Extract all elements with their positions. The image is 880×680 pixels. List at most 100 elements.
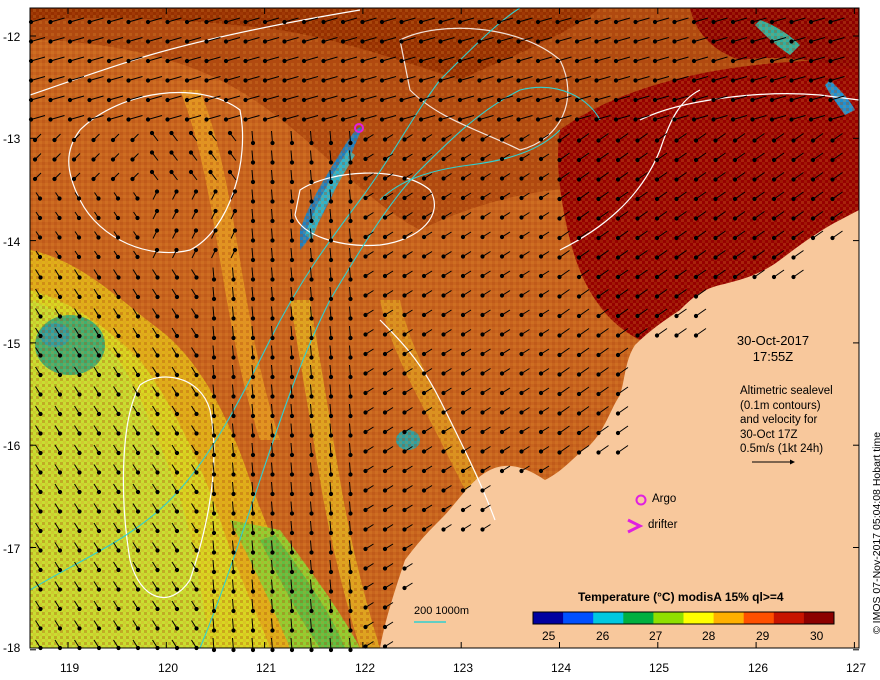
- velocity-arrow-head: [516, 78, 521, 83]
- velocity-arrow-head: [289, 355, 295, 360]
- velocity-arrow-head: [38, 606, 43, 612]
- velocity-arrow-head: [750, 19, 755, 25]
- velocity-arrow-head: [596, 274, 601, 280]
- velocity-arrow-head: [555, 58, 560, 64]
- velocity-arrow-head: [421, 137, 427, 142]
- velocity-arrow-head: [174, 275, 180, 280]
- velocity-arrow-head: [57, 548, 63, 553]
- velocity-arrow-head: [188, 130, 194, 136]
- velocity-arrow-head: [499, 332, 505, 337]
- x-axis-labels: 119 120 121 122 123 124 125 126 127: [60, 661, 866, 675]
- velocity-arrow-head: [457, 117, 463, 122]
- velocity-arrow-head: [555, 97, 560, 103]
- colorbar-tick: 30: [810, 629, 824, 643]
- velocity-arrow-head: [382, 215, 388, 220]
- velocity-arrow-head: [270, 628, 275, 633]
- velocity-arrow-head: [155, 411, 160, 417]
- velocity-arrow-head: [596, 430, 601, 436]
- velocity-arrow-head: [340, 58, 346, 64]
- velocity-arrow-head: [789, 19, 794, 25]
- velocity-arrow-head: [360, 58, 365, 64]
- velocity-arrow-head: [538, 176, 544, 181]
- velocity-arrow-head: [693, 235, 699, 241]
- velocity-arrow-head: [438, 19, 443, 25]
- velocity-arrow-head: [538, 215, 544, 220]
- velocity-arrow-head: [363, 137, 368, 142]
- velocity-arrow-head: [309, 530, 314, 536]
- velocity-arrow-head: [116, 470, 121, 475]
- velocity-arrow-head: [250, 608, 256, 614]
- y-tick-label: -15: [3, 337, 21, 351]
- velocity-arrow-head: [116, 450, 121, 456]
- velocity-arrow-head: [441, 195, 446, 201]
- velocity-arrow-head: [270, 374, 275, 380]
- velocity-arrow-head: [211, 355, 217, 360]
- velocity-arrow-head: [576, 138, 582, 143]
- velocity-arrow-head: [382, 488, 388, 493]
- velocity-arrow-head: [399, 97, 404, 103]
- velocity-arrow-head: [77, 567, 82, 573]
- velocity-arrow-head: [576, 313, 582, 319]
- velocity-arrow-head: [115, 215, 121, 221]
- velocity-arrow-head: [116, 626, 121, 631]
- velocity-arrow-head: [106, 97, 112, 103]
- velocity-arrow-head: [38, 411, 43, 417]
- velocity-arrow-head: [555, 78, 560, 83]
- velocity-arrow-head: [421, 273, 427, 279]
- velocity-arrow-head: [348, 628, 353, 633]
- velocity-arrow-head: [57, 215, 62, 221]
- velocity-arrow-head: [321, 97, 326, 103]
- velocity-arrow-head: [830, 235, 835, 241]
- velocity-arrow-head: [231, 608, 236, 614]
- velocity-arrow-head: [363, 215, 368, 220]
- velocity-arrow-head: [309, 589, 314, 594]
- velocity-arrow-head: [193, 247, 199, 253]
- colorbar-title: Temperature (°C) modisA 15% ql>=4: [578, 590, 784, 604]
- velocity-arrow-head: [232, 247, 238, 253]
- velocity-arrow-head: [576, 372, 582, 377]
- velocity-arrow-head: [250, 589, 256, 594]
- velocity-arrow-head: [402, 156, 407, 162]
- velocity-arrow-head: [77, 606, 82, 612]
- velocity-arrow-head: [635, 216, 640, 221]
- velocity-arrow-head: [596, 138, 601, 143]
- velocity-arrow-head: [194, 294, 199, 300]
- velocity-arrow-head: [77, 470, 82, 475]
- velocity-arrow-head: [211, 394, 217, 399]
- velocity-arrow-head: [231, 452, 236, 458]
- velocity-arrow-head: [262, 39, 268, 44]
- velocity-arrow-head: [231, 413, 236, 419]
- velocity-arrow-head: [633, 78, 638, 83]
- velocity-arrow-head: [382, 546, 388, 552]
- velocity-arrow-head: [693, 138, 699, 143]
- velocity-arrow-head: [596, 235, 601, 241]
- velocity-arrow-head: [538, 351, 544, 357]
- info-line: (0.1m contours): [740, 399, 821, 412]
- velocity-arrow-head: [270, 238, 275, 243]
- velocity-arrow-head: [654, 216, 660, 221]
- velocity-arrow-head: [615, 294, 621, 299]
- velocity-arrow-head: [348, 433, 353, 438]
- velocity-arrow-head: [460, 215, 466, 220]
- velocity-arrow-head: [309, 140, 314, 146]
- velocity-arrow-head: [810, 235, 816, 241]
- velocity-arrow-head: [301, 58, 307, 64]
- velocity-arrow-head: [188, 169, 194, 175]
- velocity-arrow-head: [499, 390, 505, 396]
- velocity-arrow-head: [402, 507, 407, 513]
- velocity-arrow-head: [57, 235, 62, 240]
- velocity-arrow-head: [421, 371, 427, 376]
- time-label: 17:55Z: [752, 349, 794, 364]
- velocity-arrow-head: [633, 117, 638, 122]
- velocity-arrow-head: [309, 160, 314, 165]
- velocity-arrow-head: [38, 372, 43, 378]
- velocity-arrow-head: [499, 312, 505, 318]
- velocity-arrow-head: [596, 391, 601, 397]
- velocity-arrow-head: [730, 58, 736, 64]
- velocity-arrow-head: [348, 394, 353, 399]
- velocity-arrow-head: [441, 137, 446, 142]
- velocity-arrow-head: [289, 335, 295, 341]
- velocity-arrow-head: [693, 333, 699, 338]
- velocity-arrow-head: [77, 587, 82, 592]
- velocity-arrow-head: [96, 294, 102, 300]
